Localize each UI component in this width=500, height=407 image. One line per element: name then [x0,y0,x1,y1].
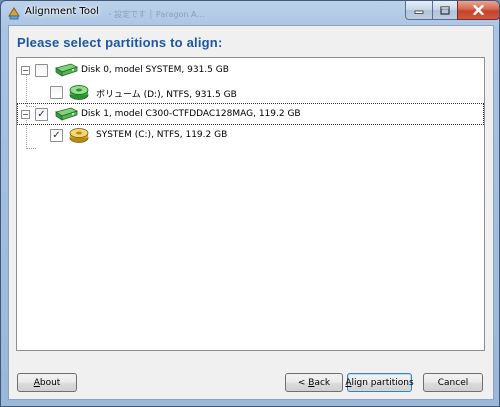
instruction-heading: Please select partitions to align: [17,35,223,50]
maximize-button[interactable] [432,1,458,20]
tree-item-label: SYSTEM (C:), NTFS, 119.2 GB [96,130,228,140]
close-button[interactable] [457,1,499,20]
about-label-rest: bout [39,377,61,388]
disk-icon [55,107,79,121]
partition-icon [69,85,89,100]
maximize-icon [440,5,450,15]
tree-row-partition-c[interactable]: ✓ SYSTEM (C:), NTFS, 119.2 GB [17,126,484,146]
tree-row-partition-d[interactable]: ボリューム (D:), NTFS, 931.5 GB [17,82,484,102]
tree-item-label: Disk 0, model SYSTEM, 931.5 GB [81,65,229,75]
about-button[interactable]: About [17,373,77,392]
partition-icon [69,128,89,143]
back-button[interactable]: < Back [285,373,343,392]
background-window-text: ・設定です │ Paragon A… [106,10,205,19]
align-partitions-button[interactable]: Align partitions [345,373,414,392]
minimize-icon [414,10,424,14]
back-label-rest: ack [314,377,331,388]
app-icon [7,6,21,20]
cancel-button[interactable]: Cancel [423,373,483,392]
disk-0-checkbox[interactable] [35,64,48,77]
alignment-tool-window: Alignment Tool ・設定です │ Paragon A… Please… [0,0,500,407]
dialog-client-area: Please select partitions to align: − Dis… [8,25,494,400]
close-icon [473,5,484,15]
partition-d-checkbox[interactable] [50,86,63,99]
tree-guide-line [26,148,36,149]
tree-row-disk-1[interactable]: − ✓ Disk 1, model C300-CTFDDAC128MAG, 11… [17,103,484,125]
minimize-button[interactable] [405,1,433,20]
disk-icon [55,63,79,77]
align-label-rest: lign partitions [351,377,414,388]
tree-item-label: Disk 1, model C300-CTFDDAC128MAG, 119.2 … [81,109,301,119]
disk-1-checkbox[interactable]: ✓ [35,108,48,121]
collapse-toggle[interactable]: − [21,110,30,119]
window-title: Alignment Tool [25,6,99,17]
collapse-toggle[interactable]: − [21,66,30,75]
tree-item-label: ボリューム (D:), NTFS, 931.5 GB [96,90,237,100]
tree-row-disk-0[interactable]: − Disk 0, model SYSTEM, 931.5 GB [17,61,484,81]
title-bar[interactable]: Alignment Tool ・設定です │ Paragon A… [1,1,499,25]
partition-c-checkbox[interactable]: ✓ [50,129,63,142]
partition-tree[interactable]: − Disk 0, model SYSTEM, 931.5 GB ボリューム (… [16,57,485,351]
back-label-prefix: < [297,377,309,388]
